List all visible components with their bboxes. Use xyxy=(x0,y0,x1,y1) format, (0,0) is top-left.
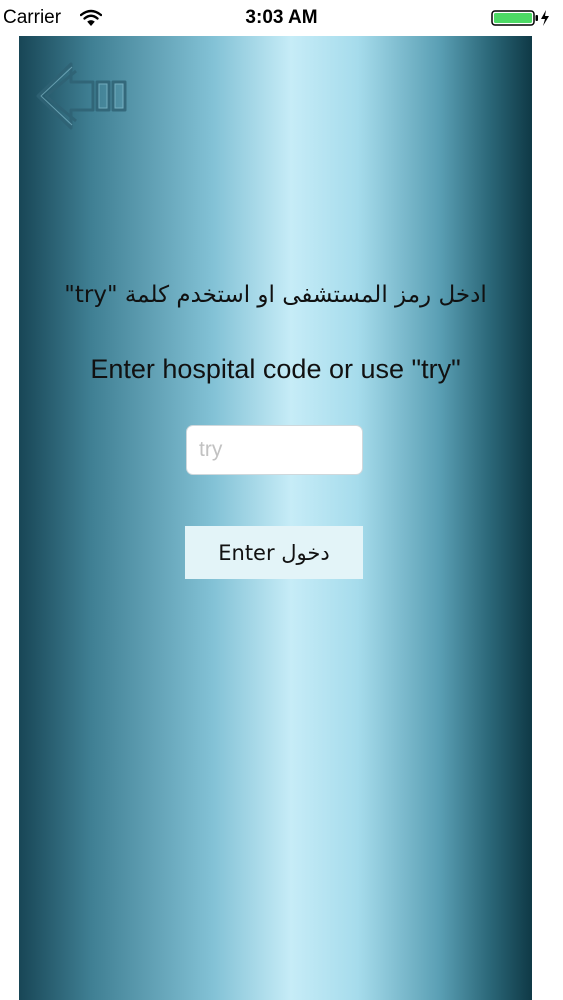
arabic-prompt: ادخل رمز المستشفى او استخدم كلمة "try" xyxy=(64,282,487,308)
back-button[interactable] xyxy=(35,60,129,138)
status-bar: Carrier 3:03 AM xyxy=(0,0,563,36)
english-prompt: Enter hospital code or use "try" xyxy=(90,354,461,384)
hospital-code-input[interactable] xyxy=(186,425,363,475)
back-arrow-icon xyxy=(36,62,127,130)
status-time: 3:03 AM xyxy=(245,7,318,28)
app-screen: ادخل رمز المستشفى او استخدم كلمة "try" E… xyxy=(19,36,532,1000)
battery-charging-icon xyxy=(491,10,549,26)
enter-button[interactable]: Enter دخول xyxy=(185,526,363,579)
